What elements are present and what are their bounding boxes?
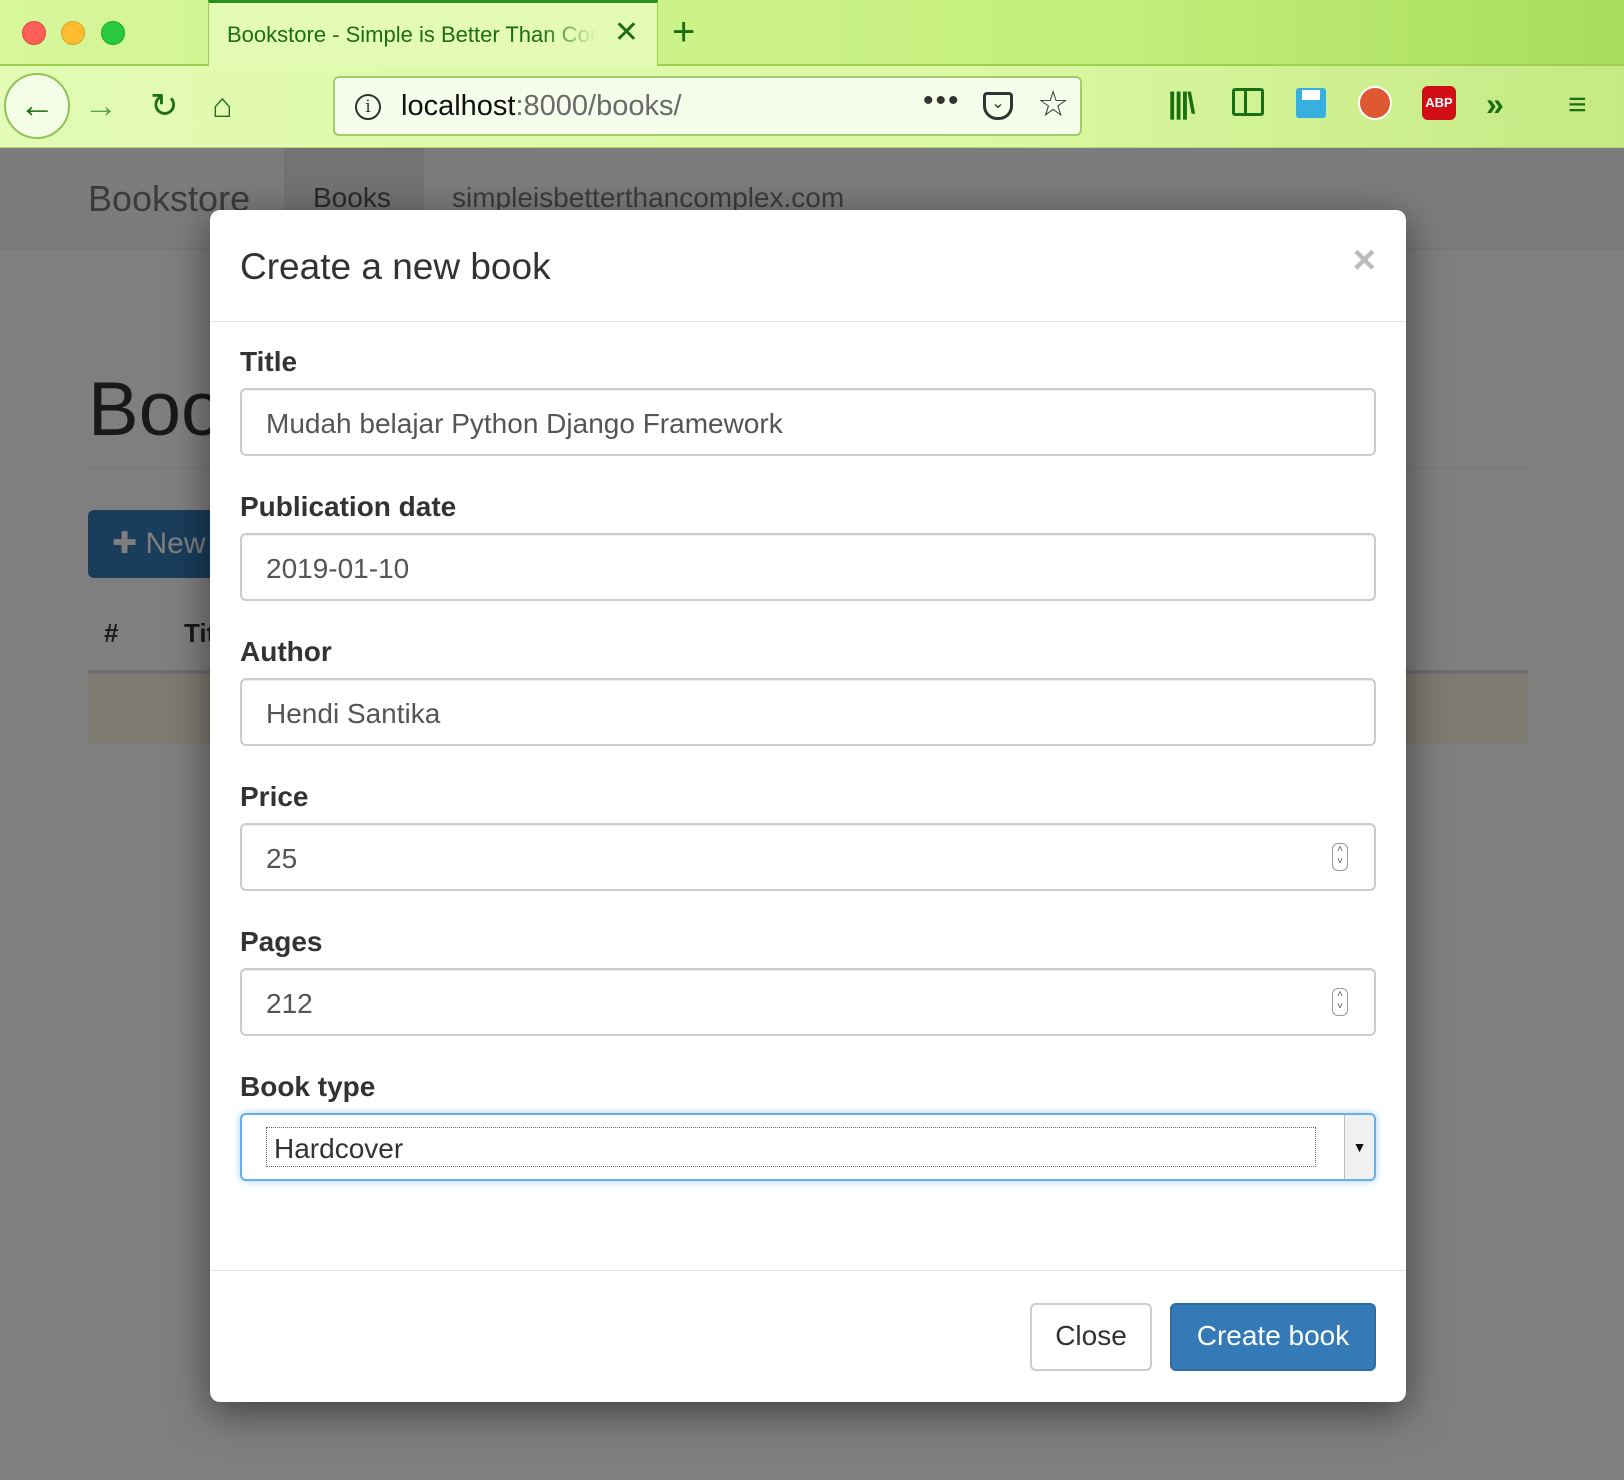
price-spinner-icon[interactable]: ˄ ˅ xyxy=(1332,843,1348,871)
title-input[interactable]: Mudah belajar Python Django Framework xyxy=(240,388,1376,456)
book-type-value: Hardcover xyxy=(274,1133,404,1164)
browser-nav-bar: ← → ↻ ⌂ i localhost:8000/books/ ••• ⌄ ☆ … xyxy=(0,66,1624,148)
star-icon[interactable]: ☆ xyxy=(1037,84,1069,124)
modal-footer: Close Create book xyxy=(210,1270,1406,1402)
create-book-modal: Create a new book × Title Mudah belajar … xyxy=(210,210,1406,1402)
window-maximize-button[interactable] xyxy=(101,21,125,45)
browser-tab-bar: Bookstore - Simple is Better Than Comple… xyxy=(0,0,1624,66)
author-input[interactable]: Hendi Santika xyxy=(240,678,1376,746)
duckduckgo-icon[interactable] xyxy=(1358,86,1392,120)
plus-icon[interactable]: + xyxy=(672,10,695,54)
publication-date-input[interactable]: 2019-01-10 xyxy=(240,533,1376,601)
menu-icon[interactable]: ≡ xyxy=(1568,84,1587,124)
adblock-icon[interactable]: ABP xyxy=(1422,86,1456,120)
window-close-button[interactable] xyxy=(22,21,46,45)
price-input[interactable]: 25 ˄ ˅ xyxy=(240,823,1376,891)
pages-input[interactable]: 212 ˄ ˅ xyxy=(240,968,1376,1036)
more-icon[interactable]: ••• xyxy=(923,84,961,118)
url-text[interactable]: localhost:8000/books/ xyxy=(401,90,682,123)
tab-title: Bookstore - Simple is Better Than Comple… xyxy=(227,22,597,47)
close-icon[interactable]: × xyxy=(1353,238,1376,282)
modal-header: Create a new book × xyxy=(210,210,1406,322)
home-icon[interactable]: ⌂ xyxy=(212,86,233,126)
pocket-icon[interactable]: ⌄ xyxy=(983,92,1013,120)
url-path: :8000/books/ xyxy=(515,90,682,122)
book-type-label: Book type xyxy=(240,1071,376,1102)
tab-close-icon[interactable]: ✕ xyxy=(614,18,639,48)
pages-spinner-icon[interactable]: ˄ ˅ xyxy=(1332,988,1348,1016)
modal-title: Create a new book xyxy=(240,246,551,287)
forward-icon[interactable]: → xyxy=(84,86,118,126)
reload-icon[interactable]: ↻ xyxy=(150,86,179,126)
author-value: Hendi Santika xyxy=(266,698,441,729)
url-host: localhost xyxy=(401,90,516,122)
publication-date-label: Publication date xyxy=(240,491,457,522)
browser-tab[interactable]: Bookstore - Simple is Better Than Comple… xyxy=(208,0,658,66)
create-book-button[interactable]: Create book xyxy=(1170,1303,1376,1371)
select-focus-ring xyxy=(266,1127,1316,1167)
pages-label: Pages xyxy=(240,926,323,957)
back-icon[interactable]: ← xyxy=(4,73,70,139)
book-type-select[interactable]: Hardcover ▼ xyxy=(240,1113,1376,1181)
publication-date-value: 2019-01-10 xyxy=(266,553,410,584)
chevron-down-icon[interactable]: ▼ xyxy=(1344,1115,1374,1179)
sidebar-icon[interactable] xyxy=(1232,88,1264,116)
title-input-value: Mudah belajar Python Django Framework xyxy=(266,408,783,439)
close-button[interactable]: Close xyxy=(1030,1303,1152,1371)
url-bar[interactable]: i localhost:8000/books/ ••• ⌄ ☆ xyxy=(333,76,1082,136)
overflow-icon[interactable]: » xyxy=(1486,84,1504,124)
library-icon[interactable]: |||\ xyxy=(1168,84,1195,124)
price-label: Price xyxy=(240,781,309,812)
author-label: Author xyxy=(240,636,332,667)
title-label: Title xyxy=(240,346,298,377)
pages-value: 212 xyxy=(266,988,313,1019)
window-minimize-button[interactable] xyxy=(61,21,85,45)
save-icon[interactable] xyxy=(1296,88,1326,118)
info-icon[interactable]: i xyxy=(355,94,381,120)
price-value: 25 xyxy=(266,843,298,874)
